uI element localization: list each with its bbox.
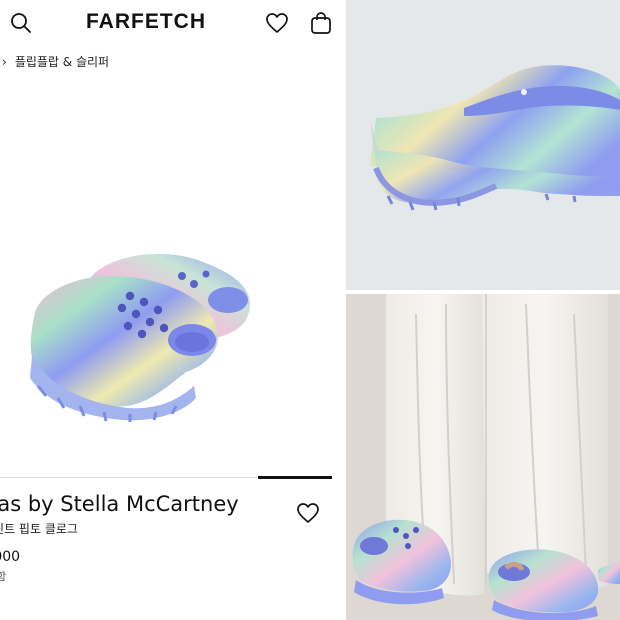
top-header: FARFETCH — [0, 0, 344, 46]
gallery-progress-indicator — [258, 476, 332, 479]
add-to-wishlist-heart-icon[interactable] — [296, 502, 322, 526]
breadcrumb: › 플립플랍 & 슬리퍼 — [2, 53, 109, 70]
shopping-bag-icon[interactable] — [308, 10, 334, 36]
tax-note: 포함 — [0, 570, 7, 583]
clog-side-view-image — [370, 65, 620, 211]
brand-logo[interactable]: FARFETCH — [86, 10, 206, 34]
model-wearing-clogs-image — [346, 294, 620, 620]
product-brand[interactable]: das by Stella McCartney — [0, 492, 239, 516]
wishlist-heart-icon[interactable] — [264, 10, 290, 36]
product-model-image[interactable] — [346, 294, 620, 620]
product-main-image[interactable] — [18, 236, 278, 422]
breadcrumb-current[interactable]: 플립플랍 & 슬리퍼 — [15, 53, 109, 70]
product-side-image[interactable] — [346, 0, 620, 290]
breadcrumb-separator: › — [2, 54, 7, 69]
product-price: 0,000 — [0, 549, 21, 565]
product-title: 프린트 핍토 클로그 — [0, 522, 78, 536]
product-page: FARFETCH › 플립플랍 & 슬리퍼 das by Stella McCa… — [0, 0, 344, 620]
search-icon[interactable] — [8, 10, 34, 36]
